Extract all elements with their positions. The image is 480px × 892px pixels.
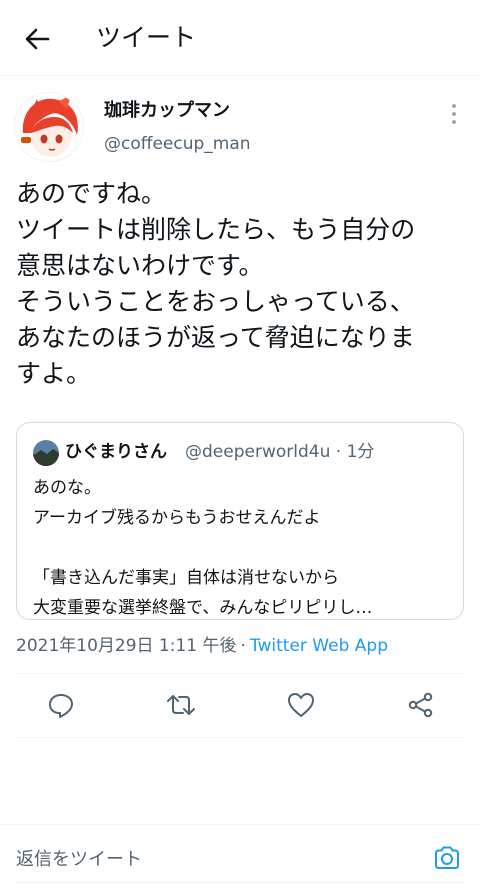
more-icon xyxy=(446,104,462,124)
camera-button[interactable] xyxy=(432,843,462,873)
more-options-button[interactable] xyxy=(446,100,462,128)
reply-input[interactable] xyxy=(16,843,396,875)
share-button[interactable] xyxy=(406,690,436,720)
quoted-text-line: 大変重要な選挙終盤で、みんなピリピリし… xyxy=(33,598,373,618)
author-display-name[interactable]: 珈琲カップマン xyxy=(104,98,230,124)
quoted-meta: @deeperworld4u · 1分 xyxy=(185,438,374,466)
quoted-avatar-image xyxy=(33,440,59,466)
back-button[interactable] xyxy=(22,24,52,54)
avatar-illustration xyxy=(15,93,83,161)
quoted-text: あのな。 アーカイブ残るからもうおせえんだよ 「書き込んだ事実」自体は消せないか… xyxy=(33,473,372,623)
quoted-avatar xyxy=(33,440,59,466)
divider xyxy=(16,737,464,738)
quoted-time: 1分 xyxy=(346,442,375,462)
share-icon xyxy=(408,692,433,718)
tweet-text-line: ツイートは削除したら、もう自分の xyxy=(16,215,416,244)
top-bar: ツイート xyxy=(0,0,480,76)
tweet-timestamp[interactable]: 2021年10月29日 1:11 午後 xyxy=(16,636,237,656)
tweet-text-line: そういうことをおっしゃっている、 xyxy=(16,287,415,316)
camera-icon xyxy=(435,846,459,869)
quoted-tweet-card[interactable]: ひぐまりさん @deeperworld4u · 1分 あのな。 アーカイブ残るか… xyxy=(16,422,464,620)
quoted-handle: @deeperworld4u xyxy=(185,442,331,462)
heart-icon xyxy=(288,693,314,717)
tweet-text-line: すよ。 xyxy=(16,359,92,388)
reply-button[interactable] xyxy=(46,690,76,720)
retweet-button[interactable] xyxy=(166,690,196,720)
tweet-timestamp-row: 2021年10月29日 1:11 午後 · Twitter Web App xyxy=(16,632,388,660)
retweet-icon xyxy=(167,695,195,715)
divider xyxy=(16,882,464,883)
timestamp-separator: · xyxy=(240,636,246,656)
quoted-separator: · xyxy=(335,442,342,462)
quoted-text-line: アーカイブ残るからもうおせえんだよ xyxy=(33,508,321,528)
author-handle[interactable]: @coffeecup_man xyxy=(104,131,251,157)
reply-icon xyxy=(49,694,73,718)
quoted-text-line: 「書き込んだ事実」自体は消せないから xyxy=(33,568,339,588)
tweet-source-link[interactable]: Twitter Web App xyxy=(250,636,388,656)
avatar[interactable] xyxy=(14,92,84,162)
tweet-actions xyxy=(0,674,480,738)
page-title: ツイート xyxy=(96,23,197,52)
tweet-text-line: あなたのほうが返って脅迫になりま xyxy=(16,323,415,352)
tweet-text-line: あのですね。 xyxy=(16,179,167,208)
tweet-text-line: 意思はないわけです。 xyxy=(16,251,264,280)
quoted-text-line: あのな。 xyxy=(33,478,101,498)
quoted-text-line xyxy=(33,533,372,563)
quoted-display-name: ひぐまりさん xyxy=(65,442,167,462)
like-button[interactable] xyxy=(286,690,316,720)
back-arrow-icon xyxy=(25,28,50,50)
tweet-text: あのですね。 ツイートは削除したら、もう自分の 意思はないわけです。 そういうこ… xyxy=(16,176,474,392)
